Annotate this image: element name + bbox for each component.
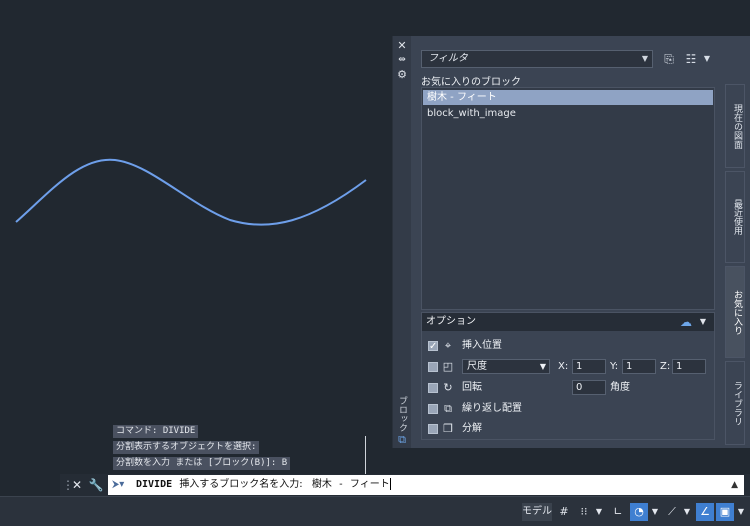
rotate-icon: ↻ (443, 381, 453, 394)
scale-z-input[interactable]: 1 (672, 359, 706, 374)
x-label: X: (558, 361, 569, 372)
close-icon[interactable]: ✕ (396, 40, 408, 52)
rotation-label: 回転 (462, 382, 482, 393)
blocks-palette: ✕ ⇹ ⚙ ブロック ⧉ フィルタ ▼ ⎘ ☷ ▼ お気に入りのブロック 樹木 … (392, 36, 750, 448)
chevron-down-icon: ▼ (641, 54, 648, 63)
tab-current-drawing[interactable]: 現在の図面 (725, 84, 745, 168)
explode-icon: ❒ (443, 422, 453, 435)
insertion-point-option: ⌖ 挿入位置 (428, 338, 708, 355)
crosshair-line (365, 436, 366, 474)
options-panel: オプション ☁ ▼ ⌖ 挿入位置 ◰ 尺度 ▼ X: 1 Y: 1 (421, 312, 715, 440)
scale-y-input[interactable]: 1 (622, 359, 656, 374)
tab-libraries[interactable]: ライブラリ (725, 361, 745, 445)
view-options-icon[interactable]: ☷ (683, 51, 699, 67)
chevron-down-icon: ▼ (539, 362, 546, 371)
chevron-down-icon[interactable]: ▼ (594, 503, 604, 521)
command-name: DIVIDE (136, 479, 173, 490)
block-list[interactable]: 樹木 - フィート block_with_image (421, 87, 715, 310)
command-line: ⋮ ✕ 🔧 ⮞▾ DIVIDE 挿入するブロック名を入力: 樹木 - フィート … (60, 474, 750, 496)
list-item[interactable]: block_with_image (423, 106, 713, 121)
command-prompt-icon: ⮞▾ (112, 479, 125, 490)
explode-option: ❒ 分解 (428, 421, 708, 437)
browse-files-icon[interactable]: ⎘ (661, 51, 677, 67)
angle-label: 角度 (610, 382, 630, 393)
palette-title: ブロック (397, 396, 407, 432)
snap-icon[interactable]: ⁝⁝ (576, 503, 592, 521)
filter-placeholder: フィルタ (428, 53, 468, 64)
palette-content: フィルタ ▼ ⎘ ☷ ▼ お気に入りのブロック 樹木 - フィート block_… (415, 36, 720, 448)
history-line: 分割数を入力 または [ブロック(B)]: B (113, 457, 291, 470)
list-item[interactable]: 樹木 - フィート (423, 90, 713, 105)
tab-favorites[interactable]: お気に入り (725, 266, 745, 358)
history-line: 分割表示するオブジェクトを選択: (113, 441, 260, 454)
drawing-canvas[interactable] (0, 0, 392, 470)
scale-option: ◰ 尺度 ▼ X: 1 Y: 1 Z: 1 (428, 359, 713, 375)
autohide-icon[interactable]: ⇹ (396, 54, 408, 66)
scale-dropdown[interactable]: 尺度 ▼ (462, 359, 550, 374)
repeat-placement-checkbox[interactable] (428, 404, 438, 414)
wrench-icon[interactable]: 🔧 (88, 477, 104, 493)
command-input[interactable]: ⮞▾ DIVIDE 挿入するブロック名を入力: 樹木 - フィート ▲ (108, 475, 744, 495)
chevron-up-icon[interactable]: ▲ (731, 475, 738, 495)
scale-icon: ◰ (442, 360, 454, 373)
text-cursor (389, 478, 391, 490)
y-label: Y: (610, 361, 619, 372)
chevron-down-icon[interactable]: ▼ (650, 503, 660, 521)
rotation-checkbox[interactable] (428, 383, 438, 393)
filter-row: フィルタ ▼ ⎘ ☷ ▼ (421, 50, 711, 68)
command-typed-text: 樹木 - フィート (311, 479, 390, 490)
insertion-point-label: 挿入位置 (462, 340, 502, 351)
status-bar: モデル # ⁝⁝ ▼ ∟ ◔ ▼ ⟋ ▼ ∠ ▣ ▼ (0, 496, 750, 526)
favorites-label: お気に入りのブロック (421, 77, 521, 88)
block-icon: ⧉ (398, 433, 406, 446)
properties-icon[interactable]: ⚙ (396, 69, 408, 81)
chevron-down-icon[interactable]: ▼ (736, 503, 746, 521)
view-options-caret-icon[interactable]: ▼ (699, 51, 715, 67)
angle-input[interactable]: 0 (572, 380, 606, 395)
model-space-button[interactable]: モデル (522, 503, 552, 521)
insertion-point-icon: ⌖ (444, 339, 452, 352)
sine-curve[interactable] (15, 158, 367, 226)
scale-checkbox[interactable] (428, 362, 438, 372)
isodraft-icon[interactable]: ⟋ (664, 503, 680, 521)
ortho-icon[interactable]: ∟ (610, 503, 626, 521)
cloud-sync-icon[interactable]: ☁ (680, 313, 692, 331)
command-prompt: 挿入するブロック名を入力: (179, 479, 303, 490)
explode-label: 分解 (462, 423, 482, 434)
close-icon[interactable]: ✕ (70, 477, 84, 493)
tab-recent[interactable]: 最近使用 (725, 171, 745, 263)
grip-icon[interactable]: ⋮ (62, 477, 74, 493)
explode-checkbox[interactable] (428, 424, 438, 434)
rotation-option: ↻ 回転 0 角度 (428, 380, 708, 396)
palette-title-bar: ✕ ⇹ ⚙ ブロック ⧉ (393, 36, 411, 448)
z-label: Z: (660, 361, 671, 372)
scale-x-input[interactable]: 1 (572, 359, 606, 374)
scale-value: 尺度 (467, 361, 487, 372)
filter-dropdown[interactable]: フィルタ ▼ (421, 50, 653, 68)
repeat-placement-option: ⧉ 繰り返し配置 (428, 401, 708, 417)
grid-icon[interactable]: # (556, 503, 572, 521)
insertion-point-checkbox[interactable] (428, 339, 438, 355)
polar-tracking-icon[interactable]: ◔ (630, 503, 648, 521)
repeat-placement-icon: ⧉ (444, 402, 452, 415)
options-header[interactable]: オプション ☁ ▼ (422, 313, 714, 331)
repeat-placement-label: 繰り返し配置 (462, 403, 522, 414)
object-snap-icon[interactable]: ▣ (716, 503, 734, 521)
options-title: オプション (426, 316, 476, 327)
chevron-down-icon[interactable]: ▼ (700, 313, 706, 331)
history-line: コマンド: DIVIDE (113, 425, 199, 438)
object-snap-tracking-icon[interactable]: ∠ (696, 503, 714, 521)
chevron-down-icon[interactable]: ▼ (682, 503, 692, 521)
